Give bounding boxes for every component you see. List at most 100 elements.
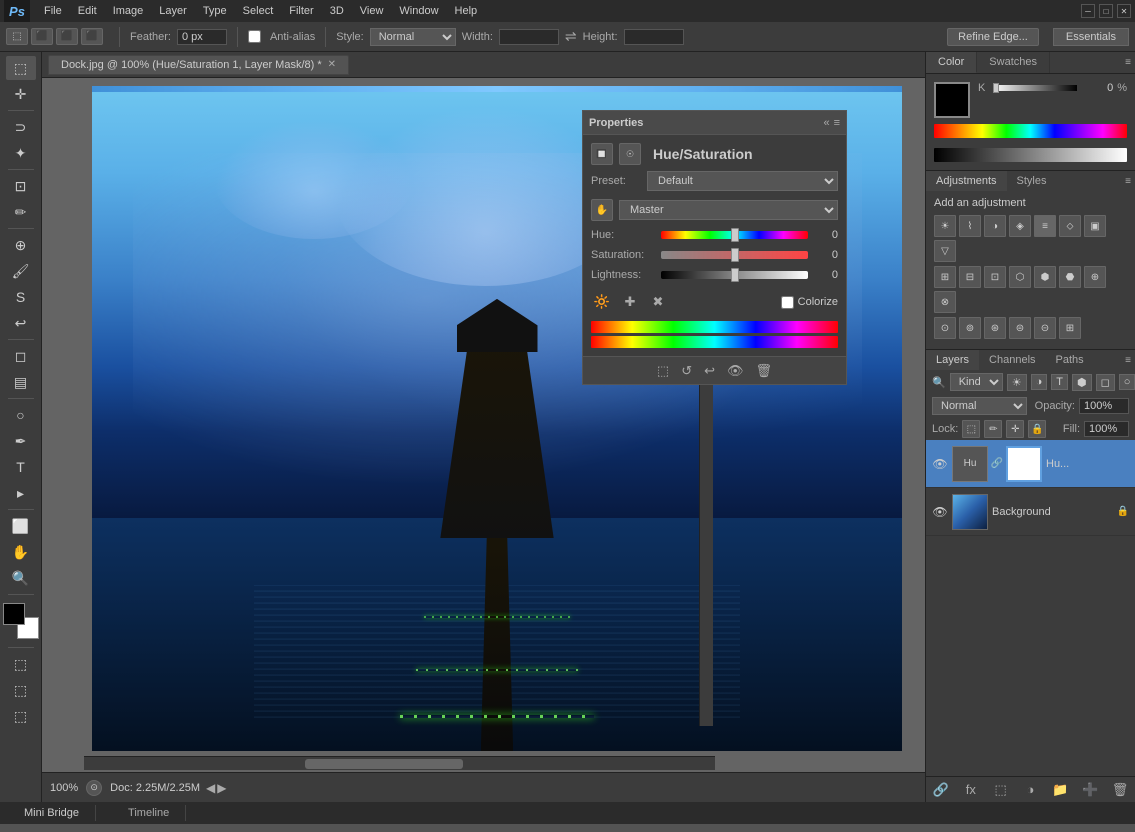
timeline-tab[interactable]: Timeline [112, 805, 186, 821]
prop-menu-btn[interactable]: ≡ [834, 117, 840, 129]
marquee-opt3[interactable]: ⬛ [56, 28, 78, 45]
adj-extra2[interactable]: ⊚ [959, 317, 981, 339]
menu-image[interactable]: Image [105, 3, 152, 19]
menu-3d[interactable]: 3D [322, 3, 352, 19]
tool-magic-wand[interactable]: ✦ [6, 141, 36, 165]
lock-image-btn[interactable]: ✏ [984, 420, 1002, 438]
layers-panel-menu[interactable]: ≡ [1121, 350, 1135, 370]
document-tab[interactable]: Dock.jpg @ 100% (Hue/Saturation 1, Layer… [48, 55, 349, 75]
foreground-color[interactable] [3, 603, 25, 625]
refine-edge-btn[interactable]: Refine Edge... [947, 28, 1039, 46]
menu-help[interactable]: Help [447, 3, 486, 19]
adj-exposure[interactable]: ◑ [984, 215, 1006, 237]
tool-eraser[interactable]: ◻ [6, 344, 36, 368]
layer-filter-btn1[interactable]: ☀ [1007, 374, 1027, 391]
layer-item-background[interactable]: 👁 Background 🔒 [926, 488, 1135, 536]
kind-select[interactable]: Kind [950, 373, 1003, 391]
adj-posterize[interactable]: ⬡ [1009, 266, 1031, 288]
preset-select[interactable]: Default [647, 171, 838, 191]
new-layer-btn[interactable]: ➕ [1081, 781, 1099, 799]
tool-marquee[interactable]: ⬚ [6, 56, 36, 80]
toggle-visibility-btn[interactable]: 👁 [727, 363, 744, 379]
tool-eyedropper[interactable]: ✏ [6, 200, 36, 224]
link-layers-btn[interactable]: 🔗 [932, 781, 950, 799]
hue-thumb[interactable] [731, 228, 739, 242]
tool-history-brush[interactable]: ↩ [6, 311, 36, 335]
close-btn[interactable]: ✕ [1117, 4, 1131, 18]
prop-icon-mask[interactable]: 🔲 [591, 143, 613, 165]
adj-extra3[interactable]: ⊛ [984, 317, 1006, 339]
add-mask-btn[interactable]: ⬚ [992, 781, 1010, 799]
tool-extra[interactable]: ⬚ [6, 678, 36, 702]
tool-clone[interactable]: S [6, 285, 36, 309]
mini-bridge-tab[interactable]: Mini Bridge [8, 805, 96, 821]
horizontal-scrollbar[interactable] [84, 756, 715, 770]
fill-input[interactable] [1084, 421, 1129, 437]
tool-spot-heal[interactable]: ⊕ [6, 233, 36, 257]
eyedropper-btn1[interactable]: 🔆 [591, 291, 613, 313]
eyedropper-btn3[interactable]: ✖ [647, 291, 669, 313]
tool-zoom[interactable]: 🔍 [6, 566, 36, 590]
color-panel-menu[interactable]: ≡ [1121, 52, 1135, 73]
tab-layers[interactable]: Layers [926, 350, 979, 370]
adj-threshold[interactable]: ⬢ [1034, 266, 1056, 288]
adj-panel-menu[interactable]: ≡ [1121, 171, 1135, 191]
nav-right-btn[interactable]: ▶ [217, 781, 226, 795]
essentials-btn[interactable]: Essentials [1053, 28, 1129, 46]
tool-pen[interactable]: ✒ [6, 429, 36, 453]
prop-icon-adj[interactable]: ☉ [619, 143, 641, 165]
tool-path-select[interactable]: ▸ [6, 481, 36, 505]
canvas-wrapper[interactable]: Properties « ≡ 🔲 ☉ Hue/Saturation [42, 78, 925, 772]
height-input[interactable] [624, 29, 684, 45]
menu-window[interactable]: Window [391, 3, 446, 19]
adj-brightness[interactable]: ☀ [934, 215, 956, 237]
color-swatch-box[interactable] [934, 82, 970, 118]
reset-btn[interactable]: ↩ [704, 363, 715, 379]
tool-screen-mode[interactable]: ⬚ [6, 652, 36, 676]
layer-visibility-2[interactable]: 👁 [932, 504, 948, 520]
menu-filter[interactable]: Filter [281, 3, 321, 19]
tab-close-btn[interactable]: ✕ [328, 59, 336, 70]
tab-styles[interactable]: Styles [1007, 171, 1057, 191]
light-thumb[interactable] [731, 268, 739, 282]
adj-extra4[interactable]: ⊜ [1009, 317, 1031, 339]
swap-icon[interactable]: ⇌ [565, 28, 577, 45]
menu-file[interactable]: File [36, 3, 70, 19]
light-slider-container[interactable] [661, 271, 808, 279]
menu-edit[interactable]: Edit [70, 3, 105, 19]
adj-color-bal[interactable]: ⬦ [1059, 215, 1081, 237]
layer-filter-btn3[interactable]: T [1051, 374, 1068, 390]
adj-extra6[interactable]: ⊞ [1059, 317, 1081, 339]
adj-levels[interactable]: ⊗ [934, 291, 956, 313]
tab-swatches[interactable]: Swatches [977, 52, 1050, 73]
tool-move[interactable]: ✛ [6, 82, 36, 106]
tab-adjustments[interactable]: Adjustments [926, 171, 1007, 191]
k-thumb[interactable] [993, 83, 999, 93]
tool-text[interactable]: T [6, 455, 36, 479]
clip-to-layer-btn[interactable]: ⬚ [657, 363, 669, 379]
tool-extra2[interactable]: ⬚ [6, 704, 36, 728]
anti-alias-checkbox[interactable] [248, 30, 261, 43]
tool-hand[interactable]: ✋ [6, 540, 36, 564]
black-white-bar[interactable] [934, 148, 1127, 162]
layer-item-hue-sat[interactable]: 👁 Hu 🔗 Hu... [926, 440, 1135, 488]
channel-select[interactable]: Master [619, 200, 838, 220]
menu-layer[interactable]: Layer [151, 3, 195, 19]
hue-slider-container[interactable] [661, 231, 808, 239]
marquee-opt4[interactable]: ⬛ [81, 28, 103, 45]
adj-hue-sat[interactable]: ≡ [1034, 215, 1056, 237]
layer-visibility-1[interactable]: 👁 [932, 456, 948, 472]
lock-position-btn[interactable]: ✛ [1006, 420, 1024, 438]
spectrum-bar[interactable] [934, 124, 1127, 138]
maximize-btn[interactable]: □ [1099, 4, 1113, 18]
prop-expand-btn[interactable]: « [823, 117, 829, 129]
adj-curves[interactable]: ⌇ [959, 215, 981, 237]
menu-select[interactable]: Select [235, 3, 282, 19]
marquee-opt2[interactable]: ⬛ [31, 28, 53, 45]
minimize-btn[interactable]: ─ [1081, 4, 1095, 18]
tool-lasso[interactable]: ⊃ [6, 115, 36, 139]
layer-filter-btn2[interactable]: ◑ [1031, 374, 1048, 390]
tool-shape[interactable]: ⬜ [6, 514, 36, 538]
tab-paths[interactable]: Paths [1046, 350, 1094, 370]
h-scroll-thumb[interactable] [305, 759, 463, 769]
